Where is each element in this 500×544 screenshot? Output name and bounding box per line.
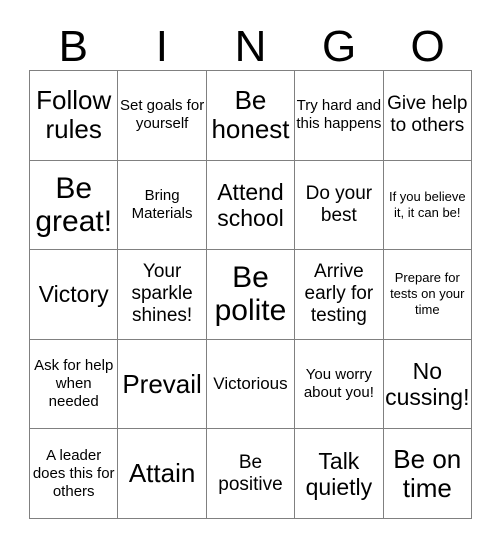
bingo-cell-label: If you believe it, it can be! bbox=[388, 188, 466, 220]
bingo-cell[interactable]: Arrive early for testing bbox=[294, 249, 384, 340]
bingo-cell-label: Give help to others bbox=[387, 93, 468, 137]
bingo-cell-label: No cussing! bbox=[385, 358, 470, 411]
bingo-header-letter-g: G bbox=[321, 22, 357, 71]
bingo-cell-label: Your sparkle shines! bbox=[131, 261, 193, 327]
bingo-cell[interactable]: Be great! bbox=[28, 159, 119, 251]
bingo-cell[interactable]: Attend school bbox=[205, 159, 296, 251]
bingo-row: Be great! Bring Materials Attend school … bbox=[28, 159, 473, 251]
bingo-cell-label: You worry about you! bbox=[303, 366, 374, 402]
bingo-cell[interactable]: Attain bbox=[117, 428, 207, 519]
bingo-cell-label: Victorious bbox=[213, 374, 288, 394]
bingo-cell-label: Set goals for yourself bbox=[119, 97, 205, 133]
bingo-cell[interactable]: Try hard and this happens bbox=[294, 70, 384, 161]
bingo-cell[interactable]: Prepare for tests on your time bbox=[382, 249, 473, 340]
bingo-cell-label: Attain bbox=[128, 458, 196, 489]
bingo-header-letter-n: N bbox=[234, 22, 267, 71]
bingo-cell-label: Talk quietly bbox=[305, 447, 373, 500]
bingo-cell-label: Ask for help when needed bbox=[34, 357, 114, 411]
bingo-cell[interactable]: Be polite bbox=[205, 249, 296, 340]
bingo-cell-label: Prevail bbox=[122, 368, 202, 399]
bingo-cell[interactable]: Victorious bbox=[205, 338, 296, 430]
bingo-cell[interactable]: Your sparkle shines! bbox=[117, 249, 207, 340]
bingo-cell-label: Be great! bbox=[35, 171, 113, 238]
bingo-cell-label: Do your best bbox=[305, 182, 373, 226]
bingo-cell-label: Prepare for tests on your time bbox=[390, 270, 465, 318]
bingo-cell[interactable]: Set goals for yourself bbox=[117, 70, 207, 161]
bingo-cell[interactable]: Be on time bbox=[382, 428, 473, 519]
bingo-row: A leader does this for others Attain Be … bbox=[28, 428, 473, 519]
bingo-cell[interactable]: Ask for help when needed bbox=[28, 338, 119, 430]
bingo-cell[interactable]: Be honest bbox=[205, 70, 296, 161]
bingo-row: Follow rules Set goals for yourself Be h… bbox=[28, 70, 473, 161]
bingo-cell[interactable]: Give help to others bbox=[382, 70, 473, 161]
bingo-grid: Follow rules Set goals for yourself Be h… bbox=[28, 70, 473, 519]
bingo-header: B I N G O bbox=[29, 14, 472, 70]
bingo-cell-label: Be positive bbox=[218, 451, 283, 495]
bingo-cell[interactable]: Follow rules bbox=[28, 70, 119, 161]
bingo-cell-label: Victory bbox=[38, 281, 109, 308]
bingo-cell[interactable]: No cussing! bbox=[382, 338, 473, 430]
bingo-cell[interactable]: You worry about you! bbox=[294, 338, 384, 430]
bingo-cell-label: Be honest bbox=[211, 85, 290, 145]
bingo-cell-label: A leader does this for others bbox=[32, 446, 115, 500]
bingo-cell[interactable]: Prevail bbox=[117, 338, 207, 430]
bingo-cell-label: Be on time bbox=[393, 443, 462, 503]
bingo-header-letter-i: I bbox=[155, 22, 168, 71]
bingo-cell-label: Follow rules bbox=[36, 85, 112, 145]
bingo-cell-label: Attend school bbox=[217, 178, 284, 231]
bingo-cell[interactable]: Victory bbox=[28, 249, 119, 340]
bingo-cell[interactable]: A leader does this for others bbox=[28, 428, 119, 519]
bingo-cell-label: Bring Materials bbox=[131, 186, 193, 222]
bingo-cell-label: Arrive early for testing bbox=[304, 261, 374, 327]
bingo-cell-label: Be polite bbox=[214, 261, 287, 328]
bingo-row: Ask for help when needed Prevail Victori… bbox=[28, 338, 473, 430]
bingo-cell[interactable]: If you believe it, it can be! bbox=[382, 159, 473, 251]
bingo-header-letter-b: B bbox=[58, 22, 88, 71]
bingo-cell[interactable]: Be positive bbox=[205, 428, 296, 519]
bingo-card: B I N G O Follow rules Set goals for you… bbox=[28, 14, 473, 519]
bingo-cell-label: Try hard and this happens bbox=[296, 97, 382, 133]
bingo-cell[interactable]: Talk quietly bbox=[294, 428, 384, 519]
bingo-cell[interactable]: Do your best bbox=[294, 159, 384, 251]
bingo-row: Victory Your sparkle shines! Be polite A… bbox=[28, 249, 473, 340]
bingo-cell[interactable]: Bring Materials bbox=[117, 159, 207, 251]
bingo-header-letter-o: O bbox=[410, 22, 445, 71]
